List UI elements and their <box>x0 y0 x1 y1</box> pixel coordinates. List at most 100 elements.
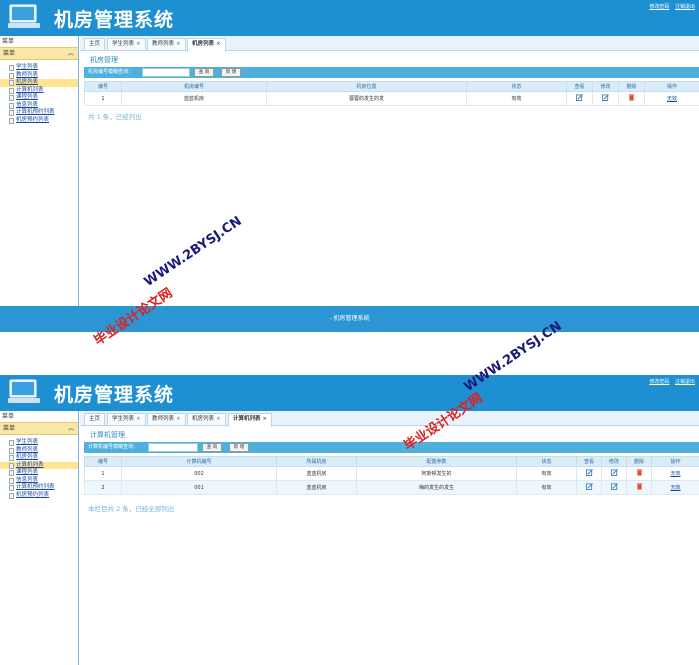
sidebar-item-label: 机房预约列表 <box>16 116 50 123</box>
close-icon[interactable]: × <box>136 416 141 422</box>
sidebar-item-room-booking[interactable]: 机房预约列表 <box>0 492 78 500</box>
collapse-icon[interactable]: ︽ <box>68 423 74 435</box>
sidebar-item-rooms[interactable]: 机房列表 <box>0 454 78 462</box>
tab-students[interactable]: 学生列表 × <box>107 38 146 50</box>
sidebar-item-info[interactable]: 信息列表 <box>0 477 78 485</box>
menu-list: 学生列表 教师列表 机房列表 计算机列表 课程列表 信息列表 计算机预约列表 机… <box>0 60 78 124</box>
column-header: 机房编号 <box>121 81 267 92</box>
table-row: 1 蓝蓝机房 蓉蓉的发生的发 有效 无效 <box>84 91 699 106</box>
section-title: 计算机管理 <box>90 431 125 439</box>
column-header: 操作 <box>644 81 699 92</box>
sidebar-item-students[interactable]: 学生列表 <box>0 64 78 72</box>
menu-header[interactable]: 菜单 ︽ <box>0 422 78 435</box>
close-icon[interactable]: × <box>176 416 181 422</box>
delete-icon[interactable] <box>636 469 643 476</box>
change-password-link[interactable]: 修改密码 <box>649 4 669 10</box>
sidebar-item-computers[interactable]: 计算机列表 <box>0 461 78 469</box>
edit-icon[interactable] <box>602 94 609 101</box>
app-title: 机房管理系统 <box>54 9 175 31</box>
column-header: 编号 <box>84 81 122 92</box>
sidebar-item-computer-booking[interactable]: 计算机预约列表 <box>0 484 78 492</box>
tab-home[interactable]: 主页 <box>84 413 106 425</box>
change-password-link[interactable]: 修改密码 <box>649 379 669 385</box>
sidebar-item-label: 机房列表 <box>16 79 39 85</box>
tab-rooms[interactable]: 机房列表 × <box>187 38 226 52</box>
sidebar-item-teachers[interactable]: 教师列表 <box>0 447 78 455</box>
close-icon[interactable]: × <box>263 416 268 422</box>
sidebar-item-label: 课程列表 <box>16 94 39 100</box>
sidebar-item-courses[interactable]: 课程列表 <box>0 469 78 477</box>
column-header: 配置参数 <box>356 456 517 467</box>
tab-computers[interactable]: 计算机列表 × <box>228 413 273 427</box>
sidebar-item-label: 机房列表 <box>16 454 39 460</box>
search-button[interactable]: 查 询 <box>194 68 214 77</box>
sidebar-item-label: 信息列表 <box>16 476 39 483</box>
tab-teachers[interactable]: 教师列表 × <box>147 38 186 50</box>
close-icon[interactable]: × <box>136 41 141 47</box>
sidebar-item-label: 教师列表 <box>16 71 39 78</box>
sidebar-caption: 菜单 <box>2 413 15 420</box>
close-icon[interactable]: × <box>216 41 221 47</box>
invalidate-link[interactable]: 无效 <box>670 485 680 491</box>
menu-header-label: 菜单 <box>3 425 16 432</box>
app-header: 机房管理系统 修改密码 注销退出 <box>0 0 699 36</box>
add-button[interactable]: 新 增 <box>229 443 249 452</box>
document-icon <box>9 72 14 79</box>
sidebar-item-label: 计算机预约列表 <box>16 109 55 115</box>
edit-icon[interactable] <box>610 483 618 490</box>
sidebar-item-label: 信息列表 <box>16 101 39 108</box>
document-icon <box>9 95 14 101</box>
computer-logo-icon <box>8 379 40 403</box>
document-icon <box>9 477 14 484</box>
view-icon[interactable] <box>576 94 583 101</box>
invalidate-link[interactable]: 无效 <box>670 471 680 477</box>
column-header: 查看 <box>576 456 602 467</box>
delete-icon[interactable] <box>636 483 643 490</box>
column-header: 状态 <box>466 81 567 92</box>
table-row: 2 001 蓝蓝机房 嗨的发生的发生 有效 无效 <box>84 480 699 495</box>
menu-header-label: 菜单 <box>3 50 16 57</box>
close-icon[interactable]: × <box>216 416 221 422</box>
cell-status: 有效 <box>516 466 577 481</box>
sidebar-item-teachers[interactable]: 教师列表 <box>0 72 78 80</box>
sidebar-item-computers[interactable]: 计算机列表 <box>0 87 78 95</box>
sidebar: 菜单 菜单 ︽ 学生列表 教师列表 机房列表 计算机列表 课程列表 信息列表 计… <box>0 36 79 306</box>
document-icon <box>9 447 14 454</box>
menu-header[interactable]: 菜单 ︽ <box>0 47 78 60</box>
view-icon[interactable] <box>585 483 593 490</box>
sidebar-item-computer-booking[interactable]: 计算机预约列表 <box>0 109 78 117</box>
sidebar-item-room-booking[interactable]: 机房预约列表 <box>0 117 78 125</box>
search-button[interactable]: 查 询 <box>202 443 222 452</box>
search-bar: 机房编号模糊查询： 查 询 新 增 <box>84 67 699 78</box>
tab-bar: 主页 学生列表 × 教师列表 × 机房列表 × <box>80 36 699 52</box>
screenshot-machine-room-list: 机房管理系统 修改密码 注销退出 菜单 菜单 ︽ 学生列表 教师列表 机房列表 … <box>0 0 699 332</box>
delete-icon[interactable] <box>628 94 635 101</box>
cell-status: 有效 <box>466 91 567 106</box>
view-icon[interactable] <box>585 469 593 476</box>
screenshot-computer-list: 机房管理系统 修改密码 注销退出 菜单 菜单 ︽ 学生列表 教师列表 机房列表 … <box>0 375 699 665</box>
search-input[interactable] <box>142 68 190 77</box>
tab-teachers[interactable]: 教师列表 × <box>147 413 186 425</box>
document-icon <box>9 470 14 476</box>
tab-rooms[interactable]: 机房列表 × <box>187 413 226 425</box>
logout-link[interactable]: 注销退出 <box>675 379 695 385</box>
sidebar-item-students[interactable]: 学生列表 <box>0 439 78 447</box>
sidebar-item-rooms[interactable]: 机房列表 <box>0 79 78 87</box>
search-input[interactable] <box>148 443 198 452</box>
tab-students[interactable]: 学生列表 × <box>107 413 146 425</box>
sidebar-item-info[interactable]: 信息列表 <box>0 102 78 110</box>
close-icon[interactable]: × <box>176 41 181 47</box>
tab-home[interactable]: 主页 <box>84 38 106 50</box>
table-header: 编号 计算机编号 所属机房 配置参数 状态 查看 修改 删除 操作 <box>84 456 699 467</box>
table-header: 编号 机房编号 机房位置 状态 查看 修改 删除 操作 <box>84 81 699 92</box>
edit-icon[interactable] <box>610 469 618 476</box>
document-icon <box>9 485 14 491</box>
column-header: 查看 <box>566 81 593 92</box>
cell-no: 1 <box>84 466 122 481</box>
room-table: 编号 机房编号 机房位置 状态 查看 修改 删除 操作 1 蓝蓝机房 蓉蓉的发生… <box>84 81 699 106</box>
add-button[interactable]: 新 增 <box>221 68 241 77</box>
logout-link[interactable]: 注销退出 <box>675 4 695 10</box>
invalidate-link[interactable]: 无效 <box>667 96 677 102</box>
collapse-icon[interactable]: ︽ <box>68 48 74 60</box>
sidebar-item-courses[interactable]: 课程列表 <box>0 94 78 102</box>
